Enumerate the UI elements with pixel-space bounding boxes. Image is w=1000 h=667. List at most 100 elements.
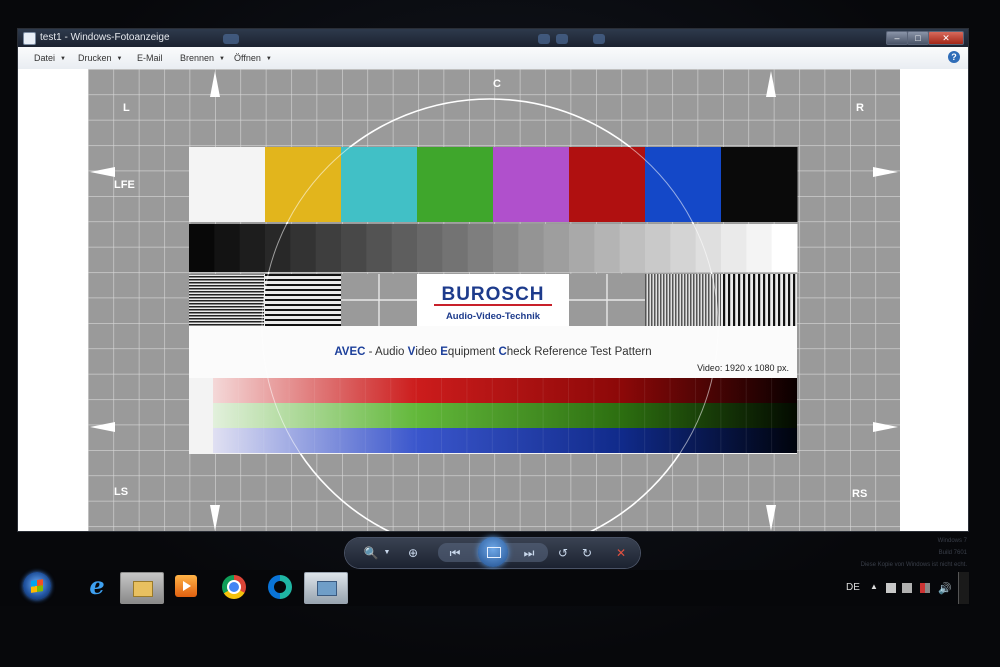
explorer-button[interactable] xyxy=(120,572,164,604)
gray-step xyxy=(670,224,697,272)
menu-datei[interactable]: Datei ▼ xyxy=(34,53,66,63)
color-bar xyxy=(721,147,798,222)
gray-step xyxy=(442,224,469,272)
chevron-up-icon[interactable]: ▲ xyxy=(870,582,878,591)
gray-step xyxy=(290,224,317,272)
edge-button[interactable] xyxy=(268,575,292,599)
start-icon xyxy=(31,579,43,593)
color-bar xyxy=(417,147,494,222)
menu-drucken-label: Drucken xyxy=(78,53,112,63)
media-player-icon xyxy=(183,581,191,591)
gray-step xyxy=(746,224,773,272)
start-button[interactable] xyxy=(23,572,51,600)
chrome-button[interactable] xyxy=(222,575,246,599)
headline-part: AVEC xyxy=(334,346,365,358)
network-icon[interactable] xyxy=(920,583,930,593)
minimize-button[interactable]: – xyxy=(886,31,908,45)
menu-datei-label: Datei xyxy=(34,53,56,63)
color-bars xyxy=(189,147,798,222)
vertical-lines-fine xyxy=(645,274,721,326)
explorer-icon xyxy=(133,581,153,597)
gray-step xyxy=(417,224,443,272)
label-center: C xyxy=(493,78,501,90)
menu-drucken[interactable]: Drucken ▼ xyxy=(78,53,122,63)
gray-step xyxy=(543,224,570,272)
help-icon[interactable]: ? xyxy=(948,51,960,63)
color-bar xyxy=(265,147,342,222)
rotate-left-icon[interactable]: ↺ xyxy=(555,545,571,561)
edge-icon xyxy=(274,581,286,593)
battery-icon[interactable] xyxy=(902,583,912,593)
menu-oeffnen[interactable]: Öffnen ▼ xyxy=(234,53,272,63)
gray-step xyxy=(467,224,494,272)
chevron-down-icon: ▼ xyxy=(265,56,272,62)
blue-ramp xyxy=(213,428,797,453)
menu-bar: Datei ▼ Drucken ▼ E-Mail Brennen ▼ Öffnen ▼ … xyxy=(18,47,968,70)
taskbar-glow-icon xyxy=(223,34,239,44)
watermark-line-2: Build 7601 xyxy=(938,550,967,556)
grayscale-steps xyxy=(189,224,798,272)
color-bar xyxy=(569,147,646,222)
rotate-right-icon[interactable]: ↻ xyxy=(579,545,595,561)
headline-part: quipment xyxy=(448,346,499,358)
gray-step xyxy=(214,224,241,272)
menu-brennen[interactable]: Brennen ▼ xyxy=(180,53,225,63)
line-pattern-coarse xyxy=(265,274,341,326)
burosch-subtitle: Audio-Video-Technik xyxy=(446,311,541,322)
color-bar xyxy=(189,147,266,222)
headline-part: C xyxy=(498,346,506,358)
chevron-down-icon: ▼ xyxy=(219,56,225,62)
aero-glow-icon xyxy=(556,34,568,44)
gray-step xyxy=(493,224,519,272)
chevron-down-icon: ▼ xyxy=(60,56,66,62)
logo-underline xyxy=(434,304,552,306)
zoom-icon[interactable]: 🔍 xyxy=(363,545,379,561)
photo-viewer-taskbar-button[interactable] xyxy=(304,572,348,604)
show-desktop-button[interactable] xyxy=(958,572,969,604)
maximize-button[interactable]: □ xyxy=(907,31,929,45)
close-button[interactable]: ✕ xyxy=(928,31,964,45)
label-left: L xyxy=(123,102,130,114)
chevron-down-icon: ▼ xyxy=(116,56,123,62)
aero-glow-icon xyxy=(593,34,605,44)
window-title: test1 - Windows-Fotoanzeige xyxy=(40,32,170,43)
volume-icon[interactable]: 🔊 xyxy=(938,582,952,595)
image-display-area[interactable]: C L R LFE LS RS BUROSCH Audio-Video-Tech… xyxy=(18,69,968,531)
gray-step xyxy=(265,224,291,272)
gray-step xyxy=(341,224,367,272)
gray-step xyxy=(619,224,646,272)
title-bar[interactable]: test1 - Windows-Fotoanzeige – □ ✕ xyxy=(18,29,968,47)
label-lfe: LFE xyxy=(114,179,135,191)
slideshow-icon xyxy=(487,547,501,558)
photo-viewer-app-icon xyxy=(23,32,36,45)
viewer-toolbar: 🔍 ▼ ⊕ ⏮ ⏭ ↺ ↻ ✕ xyxy=(345,537,640,568)
media-player-button[interactable] xyxy=(175,575,197,597)
next-icon[interactable]: ⏭ xyxy=(521,545,537,561)
gray-step xyxy=(695,224,722,272)
aero-glow-icon xyxy=(538,34,550,44)
test-pattern-image: C L R LFE LS RS BUROSCH Audio-Video-Tech… xyxy=(88,69,900,531)
menu-email-label: E-Mail xyxy=(137,53,163,63)
gray-step xyxy=(391,224,418,272)
menu-email[interactable]: E-Mail xyxy=(137,53,163,63)
gray-step xyxy=(721,224,747,272)
action-center-icon[interactable] xyxy=(886,583,896,593)
gray-step xyxy=(645,224,671,272)
fit-window-icon[interactable]: ⊕ xyxy=(405,545,421,561)
photo-viewer-window: test1 - Windows-Fotoanzeige – □ ✕ Datei ▼… xyxy=(18,29,968,531)
chevron-down-icon[interactable]: ▼ xyxy=(379,545,395,561)
slideshow-button[interactable] xyxy=(478,537,508,567)
menu-brennen-label: Brennen xyxy=(180,53,215,63)
watermark-line-3: Diese Kopie von Windows ist nicht echt. xyxy=(860,562,967,568)
burosch-logo: BUROSCH xyxy=(441,284,544,305)
gray-step xyxy=(239,224,266,272)
previous-icon[interactable]: ⏮ xyxy=(447,545,463,561)
delete-icon[interactable]: ✕ xyxy=(613,545,629,561)
color-bar xyxy=(493,147,570,222)
label-right: R xyxy=(856,102,864,114)
language-indicator[interactable]: DE xyxy=(846,582,860,593)
internet-explorer-icon[interactable]: e xyxy=(84,573,110,599)
vertical-lines-coarse xyxy=(721,274,797,326)
menu-oeffnen-label: Öffnen xyxy=(234,53,261,63)
headline-part: ideo xyxy=(415,346,440,358)
